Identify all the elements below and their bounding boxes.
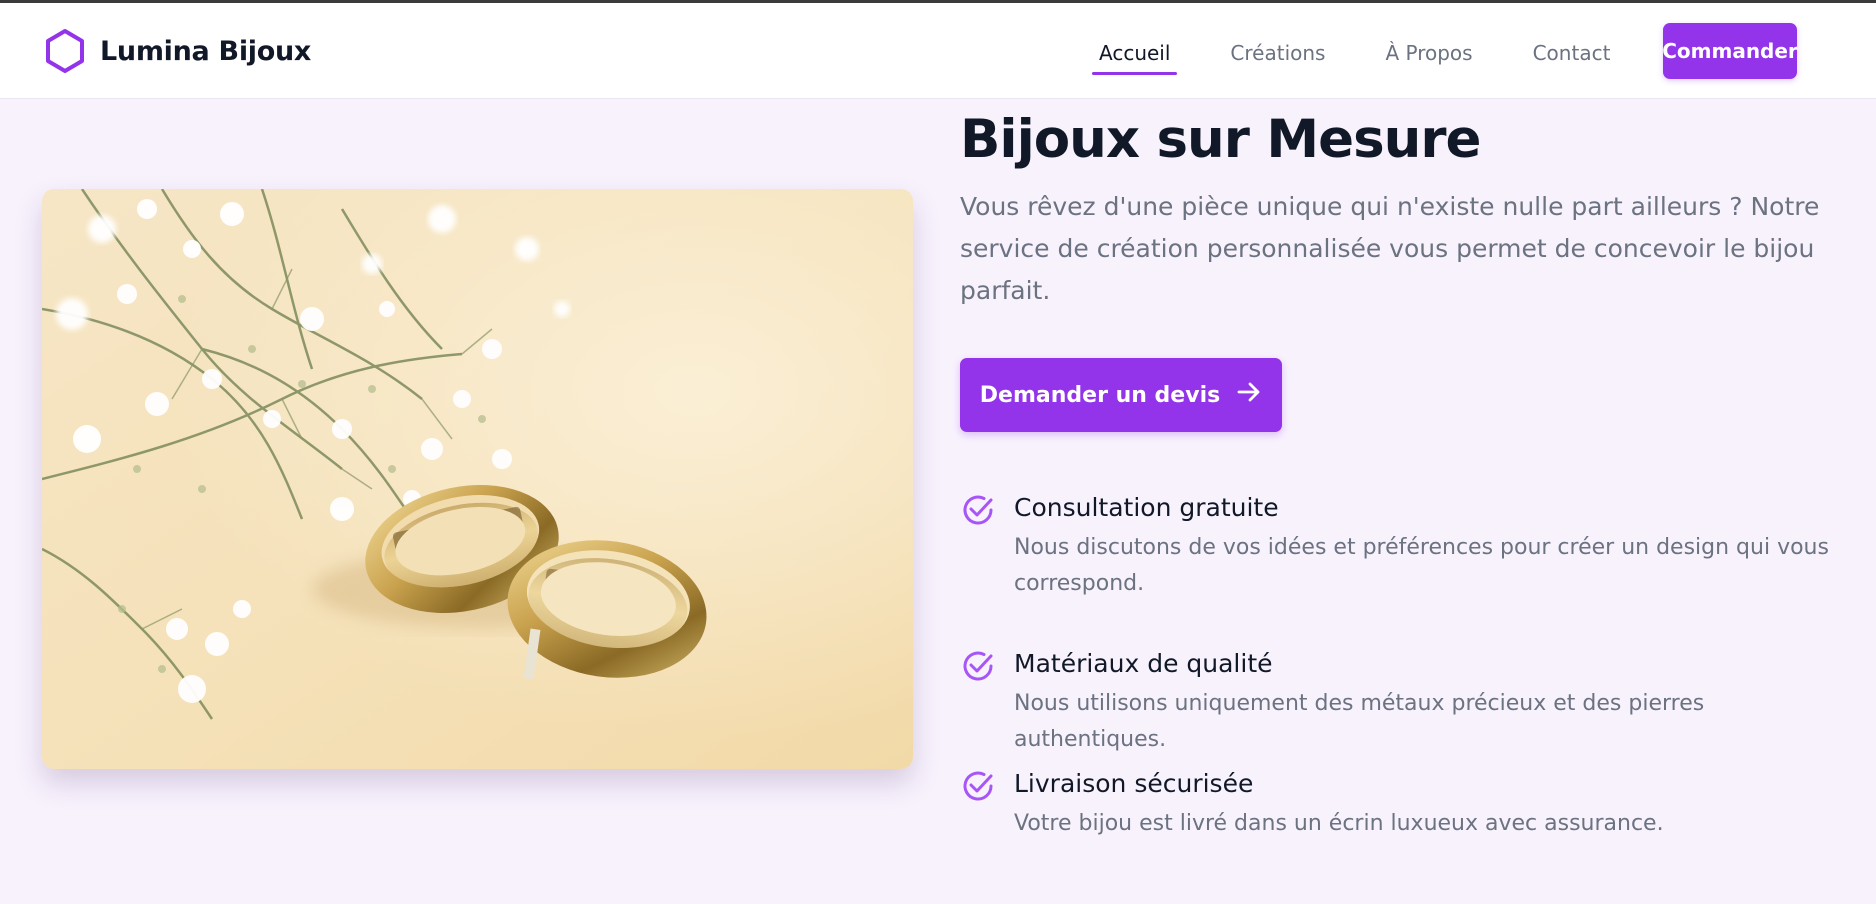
hexagon-icon xyxy=(44,28,86,74)
hero-lead: Vous rêvez d'une pièce unique qui n'exis… xyxy=(960,192,1820,305)
features-list: Consultation gratuite Nous discutons de … xyxy=(960,490,1840,842)
check-circle-icon xyxy=(960,492,996,532)
feature-item: Matériaux de qualité Nous utilisons uniq… xyxy=(960,646,1840,766)
feature-title: Matériaux de qualité xyxy=(1014,649,1273,678)
feature-description: Votre bijou est livré dans un écrin luxu… xyxy=(1014,811,1664,836)
hero-content: Bijoux sur Mesure Vous rêvez d'une pièce… xyxy=(960,104,1840,836)
check-circle-icon xyxy=(960,648,996,688)
nav-link-contact[interactable]: Contact xyxy=(1526,33,1618,73)
feature-description: Nous utilisons uniquement des métaux pré… xyxy=(1014,691,1705,752)
feature-item: Livraison sécurisée Votre bijou est livr… xyxy=(960,766,1840,842)
arrow-right-icon xyxy=(1236,379,1262,411)
request-quote-label: Demander un devis xyxy=(979,382,1221,408)
order-button[interactable]: Commander xyxy=(1662,23,1798,79)
hero-image xyxy=(42,189,913,769)
nav-link-accueil[interactable]: Accueil xyxy=(1092,33,1178,75)
request-quote-button[interactable]: Demander un devis xyxy=(960,358,1282,432)
feature-title: Consultation gratuite xyxy=(1014,493,1279,522)
brand-name: Lumina Bijoux xyxy=(100,35,312,67)
main-nav: Accueil Créations À Propos Contact xyxy=(1092,31,1663,75)
feature-item: Consultation gratuite Nous discutons de … xyxy=(960,490,1840,646)
brand-logo-link[interactable]: Lumina Bijoux xyxy=(44,27,311,75)
site-header: Lumina Bijoux Accueil Créations À Propos… xyxy=(0,3,1876,99)
nav-link-creations[interactable]: Créations xyxy=(1223,33,1332,73)
page-title: Bijoux sur Mesure xyxy=(960,109,1481,170)
nav-link-a-propos[interactable]: À Propos xyxy=(1378,33,1479,73)
check-circle-icon xyxy=(960,768,996,808)
feature-title: Livraison sécurisée xyxy=(1014,769,1254,798)
feature-description: Nous discutons de vos idées et préférenc… xyxy=(1014,535,1829,596)
